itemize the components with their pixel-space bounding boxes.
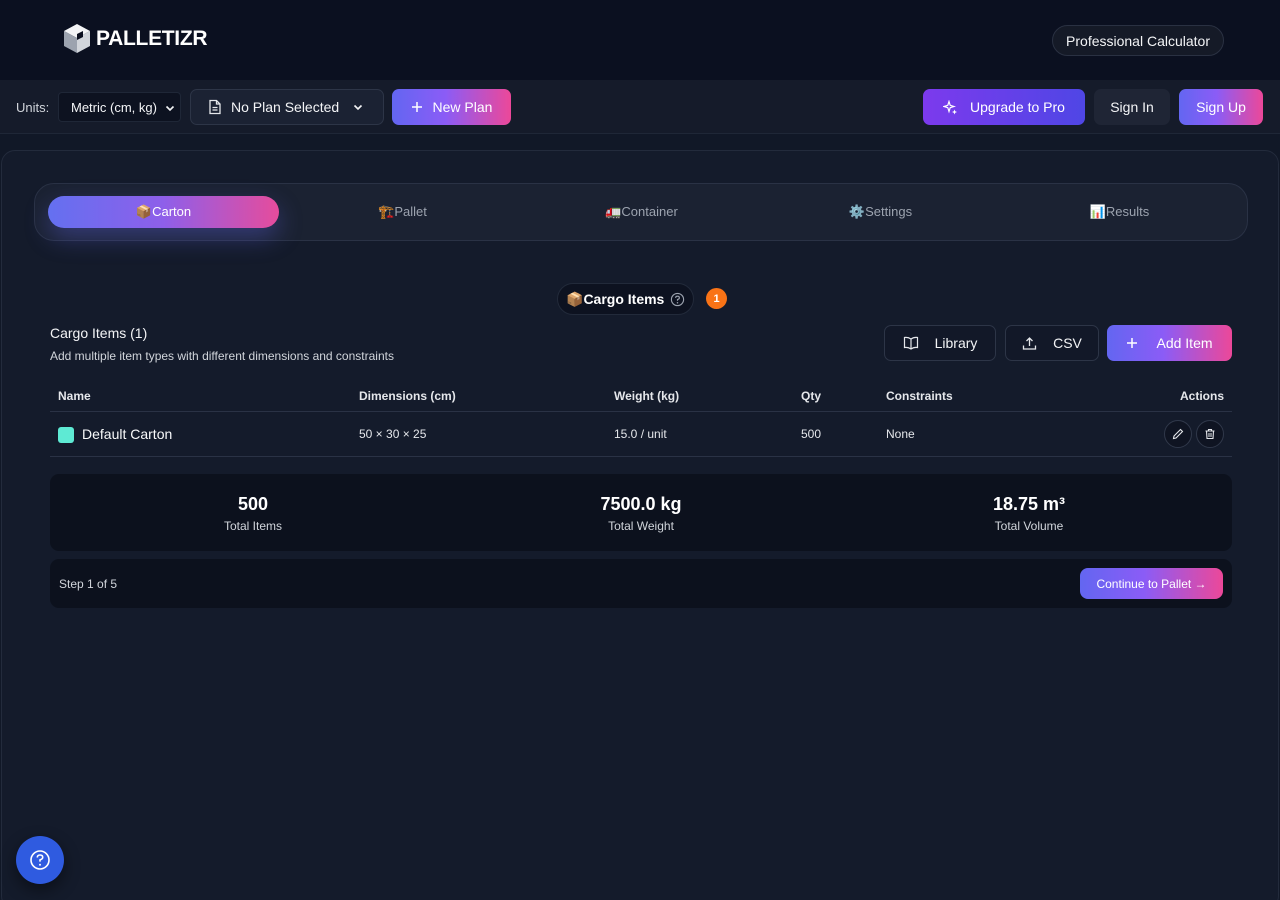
add-item-label: Add Item [1156, 335, 1213, 351]
sign-in-button[interactable]: Sign In [1094, 89, 1170, 125]
summary-panel: 500 Total Items 7500.0 kg Total Weight 1… [50, 474, 1232, 551]
cargo-table: Name Dimensions (cm) Weight (kg) Qty Con… [50, 381, 1232, 457]
total-volume-label: Total Volume [994, 519, 1064, 533]
item-name: Default Carton [82, 426, 173, 442]
total-volume-stat: 18.75 m³ Total Volume [879, 494, 1179, 533]
help-circle-icon[interactable] [670, 292, 685, 307]
table-row[interactable]: Default Carton 50 × 30 × 25 15.0 / unit … [50, 412, 1232, 457]
sparkles-icon [943, 99, 958, 114]
upgrade-to-pro-button[interactable]: Upgrade to Pro [923, 89, 1085, 125]
cargo-count-badge: 1 [706, 288, 727, 309]
upload-icon [1022, 336, 1037, 350]
help-button[interactable] [16, 836, 64, 884]
professional-calculator-badge: Professional Calculator [1052, 25, 1224, 56]
units-label: Units: [16, 100, 50, 115]
pencil-icon [1172, 428, 1184, 440]
step-indicator: Step 1 of 5 [59, 577, 118, 591]
continue-to-pallet-button[interactable]: Continue to Pallet → [1080, 568, 1223, 599]
item-weight: 15.0 / unit [614, 427, 667, 441]
box-emoji-icon: 📦 [566, 290, 584, 307]
item-color-swatch [58, 427, 74, 443]
trash-icon [1205, 428, 1215, 440]
column-name: Name [58, 389, 91, 403]
total-weight-label: Total Weight [608, 519, 674, 533]
total-items-value: 500 [237, 494, 269, 514]
column-dimensions: Dimensions (cm) [359, 389, 456, 403]
total-weight-value: 7500.0 kg [600, 494, 682, 514]
logo[interactable]: PALLETIZR [62, 23, 208, 55]
plus-icon [1127, 338, 1138, 348]
item-constraints: None [886, 427, 915, 441]
csv-label: CSV [1053, 335, 1082, 351]
table-header: Name Dimensions (cm) Weight (kg) Qty Con… [50, 381, 1232, 412]
sign-up-button[interactable]: Sign Up [1179, 89, 1263, 125]
new-plan-button[interactable]: New Plan [392, 89, 511, 125]
logo-text: PALLETIZR [96, 27, 208, 50]
toolbar: Units: Metric (cm, kg) No Plan Selected … [0, 80, 1280, 134]
tab-carton[interactable]: 📦Carton [48, 196, 279, 228]
book-open-icon [903, 336, 918, 350]
library-button[interactable]: Library [884, 325, 996, 361]
total-weight-stat: 7500.0 kg Total Weight [491, 494, 791, 533]
column-constraints: Constraints [886, 389, 953, 403]
total-items-label: Total Items [223, 519, 283, 533]
delete-item-button[interactable] [1196, 420, 1224, 448]
library-label: Library [934, 335, 978, 351]
units-select-value: Metric (cm, kg) [71, 99, 157, 115]
units-select[interactable]: Metric (cm, kg) [58, 92, 181, 122]
total-items-stat: 500 Total Items [103, 494, 403, 533]
plan-select-value: No Plan Selected [231, 99, 340, 115]
add-item-button[interactable]: Add Item [1107, 325, 1232, 361]
chevron-down-icon [354, 104, 363, 111]
column-qty: Qty [801, 389, 822, 403]
section-title: Cargo Items [583, 291, 665, 307]
cargo-items-subtitle: Add multiple item types with different d… [50, 349, 394, 363]
help-circle-icon [30, 850, 50, 870]
plan-select[interactable]: No Plan Selected [190, 89, 384, 125]
tab-settings[interactable]: ⚙️Settings [765, 196, 996, 228]
csv-upload-button[interactable]: CSV [1005, 325, 1099, 361]
section-heading: 📦 Cargo Items [557, 283, 695, 315]
column-weight: Weight (kg) [614, 389, 680, 403]
top-header: PALLETIZR Professional Calculator [0, 0, 1280, 80]
tab-results[interactable]: 📊Results [1004, 196, 1235, 228]
total-volume-value: 18.75 m³ [992, 494, 1066, 514]
item-dimensions: 50 × 30 × 25 [359, 427, 427, 441]
main-card: 📦Carton 🏗️Pallet 🚛Container ⚙️Settings 📊… [1, 150, 1279, 900]
document-icon [209, 99, 221, 115]
chevron-down-icon [165, 105, 175, 112]
upgrade-label: Upgrade to Pro [970, 99, 1065, 115]
edit-item-button[interactable] [1164, 420, 1192, 448]
column-actions: Actions [1179, 389, 1224, 403]
tab-pallet[interactable]: 🏗️Pallet [287, 196, 518, 228]
step-footer: Step 1 of 5 Continue to Pallet → [50, 559, 1232, 608]
logo-cube-icon [64, 24, 90, 53]
plus-icon [411, 102, 422, 112]
tab-container[interactable]: 🚛Container [526, 196, 757, 228]
new-plan-label: New Plan [432, 99, 493, 115]
wizard-tabs: 📦Carton 🏗️Pallet 🚛Container ⚙️Settings 📊… [34, 183, 1248, 241]
cargo-items-title: Cargo Items (1) [50, 325, 148, 341]
item-qty: 500 [801, 427, 822, 441]
